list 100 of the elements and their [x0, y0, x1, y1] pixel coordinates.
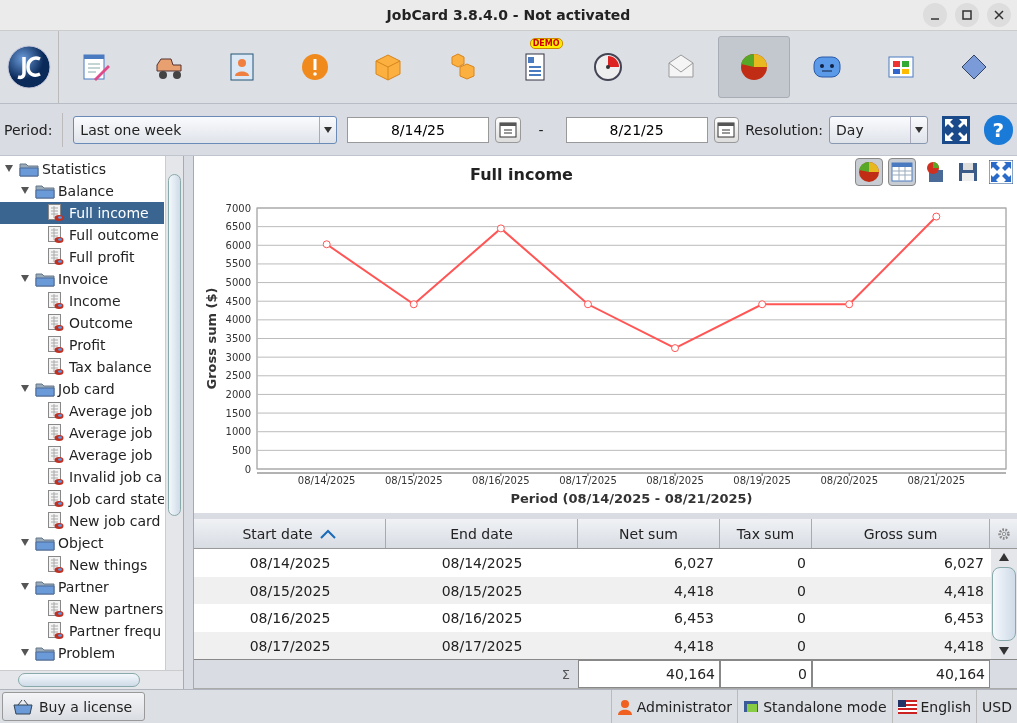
resolution-label: Resolution:	[745, 121, 824, 138]
dropdown-arrow-icon	[914, 126, 923, 133]
table-cell-text: 08/16/2025	[248, 609, 332, 629]
column-header[interactable]: Net sum	[578, 519, 720, 549]
tree-item[interactable]: Income	[0, 290, 164, 312]
y-tick-label: 3500	[225, 333, 251, 344]
tree-item[interactable]: New partners	[0, 598, 164, 620]
tree-item[interactable]: Partner frequ	[0, 620, 164, 642]
report-icon	[46, 512, 66, 530]
table-cell-text: 4,418	[672, 581, 715, 601]
tree-item[interactable]: Average job	[0, 422, 164, 444]
table-cell-text: 08/15/2025	[248, 581, 332, 601]
pie-chart-button[interactable]	[855, 158, 883, 186]
scroll-down-icon[interactable]	[999, 647, 1009, 656]
toolbar-button[interactable]	[718, 36, 791, 98]
total-cell: 40,164	[812, 660, 990, 688]
report-icon	[46, 446, 66, 464]
column-header[interactable]: Gross sum	[812, 519, 990, 549]
column-header[interactable]: End date	[386, 519, 578, 549]
range-separator: -	[538, 121, 544, 138]
scrollbar[interactable]	[0, 670, 183, 689]
tree-folder[interactable]: Invoice	[58, 271, 109, 287]
data-point	[932, 212, 941, 221]
y-tick-label: 1500	[225, 407, 251, 419]
tree-item[interactable]: Full income	[0, 202, 164, 224]
tree-item[interactable]: Outcome	[0, 312, 164, 334]
y-tick-label: 5500	[225, 258, 251, 270]
x-tick-label: 08/14/2025	[297, 475, 356, 486]
table-cell-text: 08/16/2025	[440, 609, 524, 629]
help-button[interactable]: ?	[983, 114, 1013, 145]
tree-folder[interactable]: Object	[58, 535, 104, 551]
basket-icon	[13, 698, 33, 715]
scroll-up-icon[interactable]	[999, 553, 1009, 562]
tree-item[interactable]: New job card	[0, 510, 164, 532]
data-point	[845, 300, 854, 309]
date-to-field[interactable]: 8/21/25	[565, 116, 708, 143]
tree-item[interactable]: Average job	[0, 400, 164, 422]
demo-badge: DEMO	[529, 38, 563, 49]
flag-icon	[897, 699, 917, 714]
tree-item[interactable]: New things	[0, 554, 164, 576]
language-label: English	[920, 698, 972, 715]
maximize-button[interactable]	[955, 3, 979, 27]
y-tick-label: 7000	[225, 202, 251, 214]
settings-icon[interactable]	[996, 526, 1011, 541]
fullscreen-button[interactable]	[941, 115, 970, 144]
report-icon	[46, 336, 66, 354]
x-tick-label: 08/18/2025	[646, 475, 704, 486]
report-icon	[46, 226, 66, 244]
data-point	[758, 300, 767, 309]
table-cell-text: 0	[796, 636, 807, 656]
tree-item[interactable]: Average job	[0, 444, 164, 466]
tree-item[interactable]: Tax balance	[0, 356, 164, 378]
tree-folder[interactable]: Job card	[58, 381, 115, 397]
data-point	[409, 300, 418, 309]
table-cell-text: 08/17/2025	[248, 636, 332, 656]
tree-item[interactable]: Job card state	[0, 488, 164, 510]
y-tick-label: 5000	[225, 277, 251, 289]
report-icon	[46, 314, 66, 332]
x-axis-title: Period (08/14/2025 - 08/21/2025)	[510, 491, 753, 506]
report-icon	[46, 556, 66, 574]
date-from-field[interactable]: 8/14/25	[346, 116, 489, 143]
report-icon	[46, 402, 66, 420]
column-header[interactable]: Start date	[194, 519, 386, 549]
maximize-icon	[962, 10, 972, 20]
calendar-button[interactable]	[713, 116, 740, 143]
y-tick-label: 6000	[225, 239, 251, 251]
tree-item[interactable]: Invalid job ca	[0, 466, 164, 488]
report-icon	[46, 622, 66, 640]
triangle-icon	[20, 537, 30, 547]
folder-icon	[35, 270, 55, 288]
resolution-dropdown[interactable]: Day	[829, 115, 928, 144]
scrollbar[interactable]	[165, 156, 183, 671]
tree-folder[interactable]: Balance	[58, 183, 114, 199]
table-cell-text: 0	[796, 554, 807, 574]
close-button[interactable]	[987, 3, 1011, 27]
table-cell-text: 6,453	[942, 609, 985, 629]
scrollbar[interactable]	[991, 549, 1017, 660]
tree-item[interactable]: Full outcome	[0, 224, 164, 246]
period-dropdown[interactable]: Last one week	[73, 115, 337, 144]
x-tick-label: 08/19/2025	[733, 475, 791, 486]
tree-folder[interactable]: Partner	[58, 579, 109, 595]
tree-item[interactable]: Profit	[0, 334, 164, 356]
x-tick-label: 08/21/2025	[907, 475, 966, 486]
y-axis-title: Gross sum ($)	[204, 287, 219, 390]
column-header[interactable]: Tax sum	[720, 519, 812, 549]
tree-folder[interactable]: Statistics	[42, 161, 106, 177]
report-icon	[46, 490, 66, 508]
tree-folder[interactable]: Problem	[58, 645, 116, 661]
tree-item[interactable]: Full profit	[0, 246, 164, 268]
minimize-button[interactable]	[923, 3, 947, 27]
folder-icon	[19, 160, 39, 178]
toolbar-button[interactable]: DEMO	[498, 36, 571, 98]
data-point	[496, 224, 505, 233]
buy-license-button[interactable]: Buy a license	[2, 692, 146, 721]
report-icon	[46, 468, 66, 486]
calendar-button[interactable]	[494, 116, 521, 143]
dropdown-arrow-icon	[323, 126, 332, 133]
triangle-icon	[20, 383, 30, 393]
table-view-button[interactable]	[888, 158, 916, 186]
fullscreen-button[interactable]	[987, 158, 1015, 186]
